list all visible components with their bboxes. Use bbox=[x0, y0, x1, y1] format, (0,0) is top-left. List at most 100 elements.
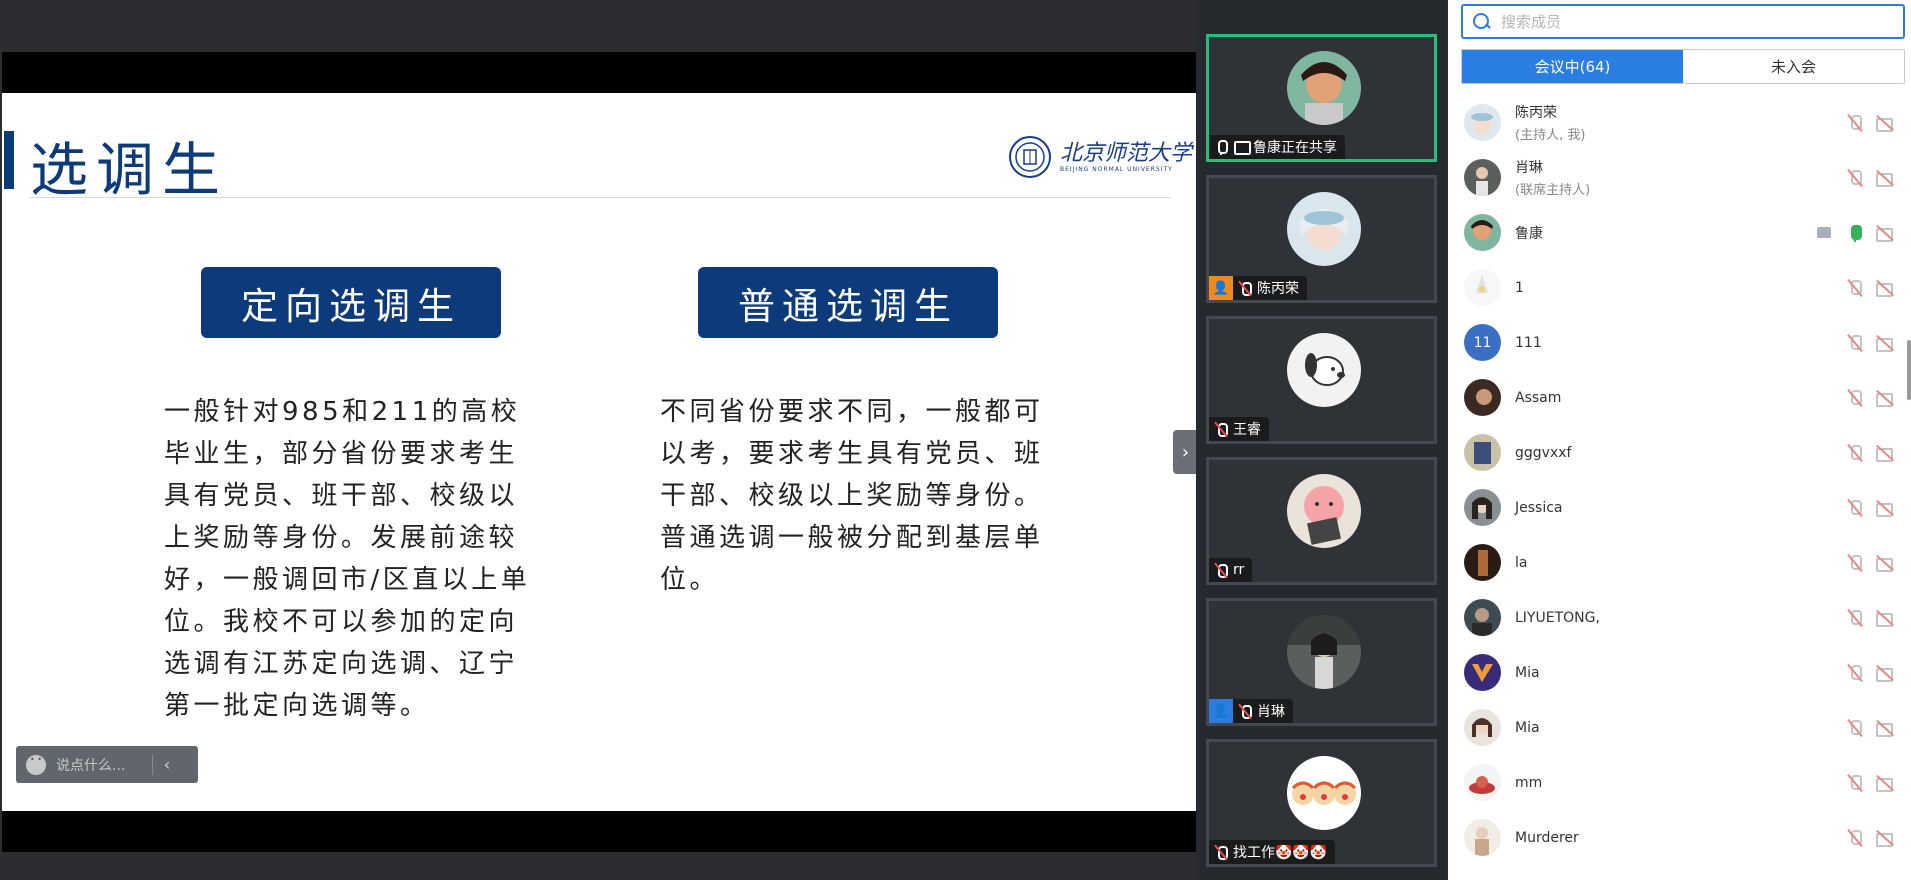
microphone-muted-icon[interactable] bbox=[1845, 113, 1865, 133]
participant-name: rr bbox=[1233, 562, 1245, 578]
member-search[interactable] bbox=[1461, 4, 1905, 39]
camera-off-icon[interactable] bbox=[1875, 498, 1895, 518]
member-row[interactable]: 鲁康 bbox=[1448, 205, 1911, 260]
member-status bbox=[1805, 205, 1895, 260]
camera-off-icon[interactable] bbox=[1875, 388, 1895, 408]
university-logo: 北京师范大学 BEIJING NORMAL UNIVERSITY bbox=[1006, 133, 1192, 181]
participant-name: 陈丙荣 bbox=[1257, 281, 1299, 297]
camera-off-icon[interactable] bbox=[1875, 278, 1895, 298]
microphone-muted-icon[interactable] bbox=[1845, 168, 1865, 188]
emoji-icon[interactable] bbox=[26, 754, 46, 775]
camera-off-icon[interactable] bbox=[1875, 773, 1895, 793]
expand-panel-button[interactable]: › bbox=[1173, 430, 1198, 474]
microphone-muted-icon[interactable] bbox=[1845, 608, 1865, 628]
member-row[interactable]: 1 bbox=[1448, 260, 1911, 315]
member-name: Mia bbox=[1515, 664, 1540, 681]
camera-off-icon[interactable] bbox=[1875, 223, 1895, 243]
member-row[interactable]: Mia bbox=[1448, 645, 1911, 700]
avatar bbox=[1464, 379, 1501, 416]
member-role: (主持人, 我) bbox=[1515, 128, 1586, 143]
microphone-muted-icon[interactable] bbox=[1845, 718, 1865, 738]
microphone-muted-icon[interactable] bbox=[1845, 443, 1865, 463]
member-status bbox=[1835, 590, 1895, 645]
avatar bbox=[1287, 333, 1361, 407]
camera-off-icon[interactable] bbox=[1875, 113, 1895, 133]
camera-off-icon[interactable] bbox=[1875, 443, 1895, 463]
meeting-app: 选调生 北京师范大学 BEIJING NORMAL UNIVERSITY 定向选… bbox=[0, 0, 1911, 880]
video-tile-zhaogongzuo[interactable]: 找工作🤡🤡🤡 bbox=[1206, 739, 1437, 867]
microphone-muted-icon[interactable] bbox=[1845, 663, 1865, 683]
camera-off-icon[interactable] bbox=[1875, 168, 1895, 188]
member-row[interactable]: mm bbox=[1448, 755, 1911, 810]
microphone-on-icon[interactable] bbox=[1845, 223, 1865, 243]
chat-placeholder[interactable]: 说点什么... bbox=[56, 755, 144, 775]
member-row[interactable]: gggvxxf bbox=[1448, 425, 1911, 480]
video-tile-lukang[interactable]: 鲁康正在共享 bbox=[1206, 34, 1437, 162]
microphone-muted-icon[interactable] bbox=[1845, 278, 1865, 298]
member-names: 肖琳 (联席主持人) bbox=[1515, 157, 1590, 198]
video-label: 👤 陈丙荣 bbox=[1209, 276, 1307, 300]
microphone-muted-icon[interactable] bbox=[1845, 498, 1865, 518]
logo-subtext: BEIJING NORMAL UNIVERSITY bbox=[1060, 166, 1173, 173]
avatar bbox=[1464, 819, 1501, 856]
member-name: la bbox=[1515, 554, 1528, 571]
member-row[interactable]: 11 111 bbox=[1448, 315, 1911, 370]
chat-input-bar[interactable]: 说点什么... ‹ bbox=[16, 746, 198, 783]
microphone-muted-icon bbox=[1213, 844, 1229, 860]
member-row[interactable]: Assam bbox=[1448, 370, 1911, 425]
member-row[interactable]: Murderer bbox=[1448, 810, 1911, 865]
general-heading: 普通选调生 bbox=[698, 267, 998, 338]
member-tabs: 会议中(64) 未入会 bbox=[1461, 49, 1905, 84]
camera-off-icon[interactable] bbox=[1875, 333, 1895, 353]
member-list: 陈丙荣 (主持人, 我) 肖琳 (联席主持人) 鲁康 1 11 111 Assa… bbox=[1448, 95, 1911, 880]
member-names: Murderer bbox=[1515, 830, 1579, 846]
screen-share-icon bbox=[1233, 139, 1251, 155]
avatar bbox=[1287, 615, 1361, 689]
letterbox-bottom bbox=[2, 811, 1196, 852]
member-name: Assam bbox=[1515, 389, 1562, 406]
member-row[interactable]: 陈丙荣 (主持人, 我) bbox=[1448, 95, 1911, 150]
avatar bbox=[1464, 104, 1501, 141]
microphone-muted-icon[interactable] bbox=[1845, 553, 1865, 573]
avatar bbox=[1464, 599, 1501, 636]
camera-off-icon[interactable] bbox=[1875, 553, 1895, 573]
member-name: Murderer bbox=[1515, 829, 1579, 846]
microphone-muted-icon[interactable] bbox=[1845, 773, 1865, 793]
microphone-muted-icon[interactable] bbox=[1845, 333, 1865, 353]
video-tile-wangrui[interactable]: 王睿 bbox=[1206, 316, 1437, 444]
tab-not-joined[interactable]: 未入会 bbox=[1683, 50, 1904, 83]
member-row[interactable]: LIYUETONG, bbox=[1448, 590, 1911, 645]
participant-name: 鲁康正在共享 bbox=[1253, 140, 1337, 156]
search-input[interactable] bbox=[1501, 12, 1881, 31]
member-row[interactable]: Jessica bbox=[1448, 480, 1911, 535]
avatar bbox=[1464, 434, 1501, 471]
member-list-scrollbar[interactable] bbox=[1907, 340, 1911, 400]
camera-off-icon[interactable] bbox=[1875, 828, 1895, 848]
member-names: 陈丙荣 (主持人, 我) bbox=[1515, 102, 1585, 143]
member-role: (联席主持人) bbox=[1515, 183, 1591, 198]
member-name: 陈丙荣 bbox=[1515, 105, 1557, 121]
member-status bbox=[1835, 150, 1895, 205]
video-tile-chenbingrong[interactable]: 👤 陈丙荣 bbox=[1206, 175, 1437, 303]
member-names: LIYUETONG, bbox=[1515, 610, 1600, 626]
camera-off-icon[interactable] bbox=[1875, 663, 1895, 683]
video-label: 找工作🤡🤡🤡 bbox=[1209, 840, 1336, 864]
presentation-slide: 选调生 北京师范大学 BEIJING NORMAL UNIVERSITY 定向选… bbox=[2, 93, 1196, 811]
member-row[interactable]: la bbox=[1448, 535, 1911, 590]
member-name: 111 bbox=[1515, 334, 1542, 351]
tab-in-meeting[interactable]: 会议中(64) bbox=[1462, 50, 1683, 83]
member-row[interactable]: 肖琳 (联席主持人) bbox=[1448, 150, 1911, 205]
members-panel: 会议中(64) 未入会 陈丙荣 (主持人, 我) 肖琳 (联席主持人) bbox=[1448, 0, 1911, 880]
member-row[interactable]: Mia bbox=[1448, 700, 1911, 755]
microphone-muted-icon[interactable] bbox=[1845, 828, 1865, 848]
chevron-left-icon[interactable]: ‹ bbox=[153, 755, 181, 774]
microphone-muted-icon bbox=[1213, 562, 1229, 578]
camera-off-icon[interactable] bbox=[1875, 718, 1895, 738]
video-tile-rr[interactable]: rr bbox=[1206, 457, 1437, 585]
microphone-muted-icon[interactable] bbox=[1845, 388, 1865, 408]
video-tile-xiaolin[interactable]: 👤 肖琳 bbox=[1206, 598, 1437, 726]
member-names: gggvxxf bbox=[1515, 445, 1571, 461]
camera-off-icon[interactable] bbox=[1875, 608, 1895, 628]
letterbox-top bbox=[2, 52, 1196, 93]
participant-name: 王睿 bbox=[1233, 422, 1261, 438]
